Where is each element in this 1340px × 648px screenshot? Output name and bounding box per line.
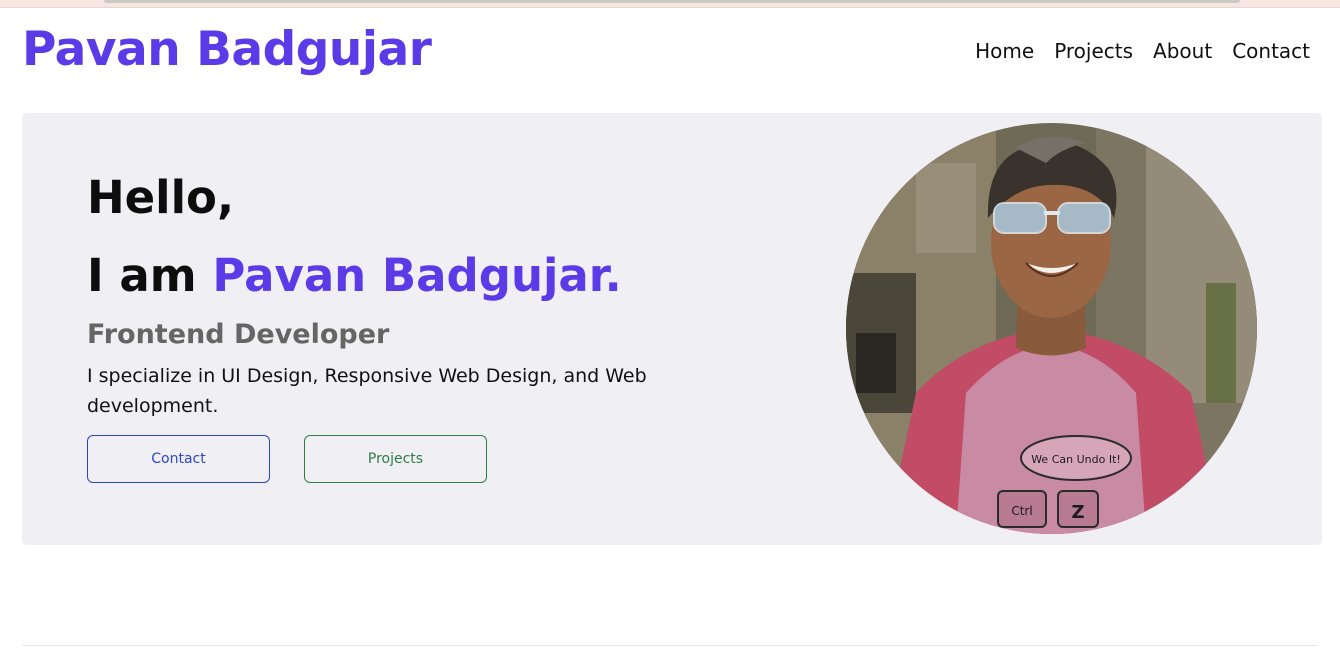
brand-logo[interactable]: Pavan Badgujar <box>22 22 432 77</box>
hero-intro: I am Pavan Badgujar. <box>87 249 622 302</box>
profile-photo: We Can Undo It! Ctrl Z <box>846 123 1257 534</box>
hero-section: Hello, I am Pavan Badgujar. Frontend Dev… <box>22 113 1322 545</box>
nav-about-link[interactable]: About <box>1153 39 1212 63</box>
hero-greeting: Hello, <box>87 171 235 224</box>
hero-bio: I specialize in UI Design, Responsive We… <box>87 365 647 417</box>
projects-button[interactable]: Projects <box>304 435 487 483</box>
profile-photo-illustration: We Can Undo It! Ctrl Z <box>846 123 1257 534</box>
browser-top-strip <box>0 0 1340 8</box>
contact-button[interactable]: Contact <box>87 435 270 483</box>
shirt-key-z: Z <box>1071 502 1084 523</box>
hero-role: Frontend Developer <box>87 319 390 350</box>
section-divider <box>22 645 1318 646</box>
hero-intro-name: Pavan Badgujar. <box>212 249 622 302</box>
nav-contact-link[interactable]: Contact <box>1232 39 1310 63</box>
shirt-speech-text: We Can Undo It! <box>1031 453 1121 466</box>
nav-home-link[interactable]: Home <box>975 39 1034 63</box>
nav-projects-link[interactable]: Projects <box>1054 39 1133 63</box>
shirt-key-ctrl: Ctrl <box>1011 504 1032 518</box>
main-nav: Home Projects About Contact <box>975 39 1310 63</box>
hero-intro-prefix: I am <box>87 249 213 302</box>
site-header: Pavan Badgujar Home Projects About Conta… <box>0 8 1340 100</box>
browser-scroll-edge <box>104 0 1240 3</box>
